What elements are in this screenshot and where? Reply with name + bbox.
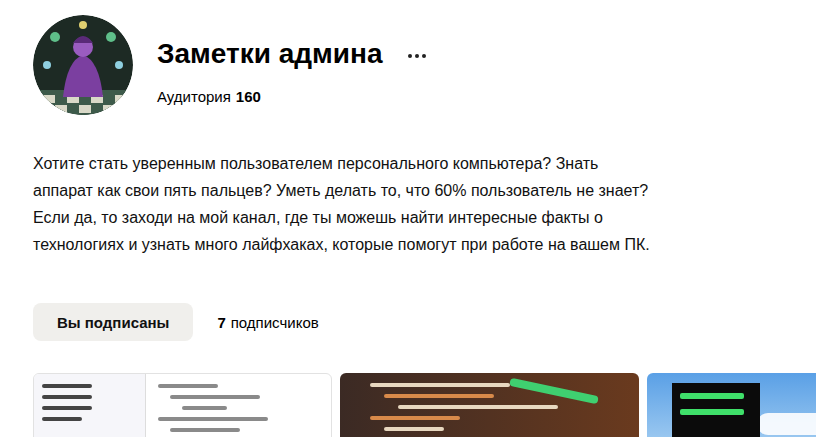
- thumbnail-line: [182, 406, 227, 410]
- cloud-icon: [757, 413, 816, 435]
- thumbnail-code: [146, 374, 289, 437]
- more-icon[interactable]: [407, 53, 427, 59]
- article-list: [33, 373, 816, 437]
- thumbnail-line: [42, 384, 92, 388]
- thumbnail-line: [170, 395, 260, 399]
- thumbnail-line: [680, 409, 744, 415]
- thumbnail-sidebar: [34, 374, 146, 437]
- audience-label: Аудитория: [157, 87, 231, 107]
- article-card[interactable]: [647, 373, 816, 437]
- audience: Аудитория160: [157, 87, 427, 107]
- subscribers-count[interactable]: 7 подписчиков: [217, 314, 318, 331]
- thumbnail-screen: [672, 383, 760, 437]
- thumbnail-line: [170, 428, 240, 432]
- article-card[interactable]: [33, 373, 332, 437]
- channel-title: Заметки админа: [157, 37, 383, 71]
- thumbnail-line: [158, 384, 218, 388]
- channel-header: Заметки админа Аудитория160: [33, 15, 816, 115]
- thumbnail-line: [370, 383, 510, 387]
- channel-page: Заметки админа Аудитория160 Хотите стать у…: [0, 0, 816, 437]
- thumbnail-line: [42, 406, 92, 410]
- thumbnail-line: [384, 394, 494, 398]
- avatar-icon[interactable]: [33, 15, 133, 115]
- thumbnail-line: [42, 395, 92, 399]
- subscribers-number: 7: [217, 314, 225, 331]
- thumbnail-line: [680, 393, 744, 399]
- thumbnail-line: [384, 427, 444, 431]
- thumbnail-line: [370, 416, 460, 420]
- thumbnail-line: [158, 417, 268, 421]
- channel-info: Заметки админа Аудитория160: [157, 15, 427, 107]
- thumbnail-line: [42, 417, 82, 421]
- title-row: Заметки админа: [157, 37, 427, 71]
- thumbnail-accent: [509, 378, 599, 405]
- thumbnail-line: [398, 405, 558, 409]
- audience-value: 160: [236, 87, 261, 107]
- actions: Вы подписаны 7 подписчиков: [33, 303, 816, 341]
- subscribe-button[interactable]: Вы подписаны: [33, 303, 193, 341]
- subscribers-label: подписчиков: [231, 314, 319, 331]
- article-card[interactable]: [340, 373, 639, 437]
- channel-description: Хотите стать уверенным пользователем пер…: [33, 150, 658, 258]
